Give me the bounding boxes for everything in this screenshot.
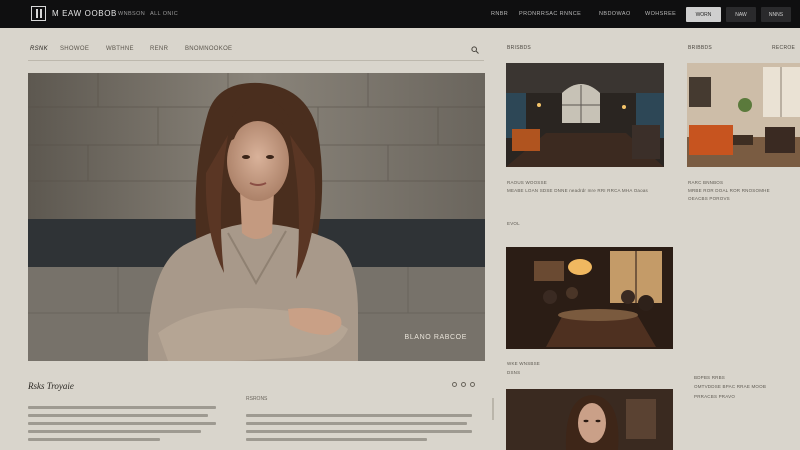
article-title[interactable]: Rsks Troyaie bbox=[28, 381, 74, 391]
card-image-portrait[interactable] bbox=[506, 389, 673, 450]
photo-lounge bbox=[687, 63, 800, 167]
subnav-item[interactable]: BNOMNOOKOE bbox=[185, 46, 232, 52]
share-icons bbox=[452, 382, 475, 387]
card-image-hall[interactable] bbox=[506, 63, 664, 167]
card-image-dinner[interactable] bbox=[506, 247, 673, 349]
brand-name[interactable]: M EAW OOBOB bbox=[52, 9, 117, 18]
primary-button[interactable]: WORN bbox=[686, 7, 721, 22]
portrait-photo bbox=[28, 73, 485, 361]
card-image-lounge[interactable] bbox=[687, 63, 800, 167]
share-icon[interactable] bbox=[452, 382, 457, 387]
photo-portrait-small bbox=[506, 389, 673, 450]
card-more[interactable]: PRRACBS PRAVO bbox=[694, 394, 735, 399]
hero-image[interactable]: BLANO RABCOE bbox=[28, 73, 485, 361]
card-more[interactable]: OEACBS POROVS bbox=[688, 196, 730, 201]
secondary-button[interactable]: NNNS bbox=[761, 7, 791, 22]
sidebar-heading: BRISBDS bbox=[507, 45, 532, 51]
divider bbox=[28, 60, 484, 61]
article-body-col-1 bbox=[28, 406, 216, 446]
card-caption[interactable]: BDPBS RRBS bbox=[694, 375, 725, 380]
top-nav-item[interactable]: WOHSREE bbox=[645, 11, 676, 17]
scrollbar[interactable] bbox=[492, 398, 494, 420]
top-nav-item[interactable]: WNBSON bbox=[118, 11, 145, 17]
top-nav-item[interactable]: ALL ONIC bbox=[150, 11, 178, 17]
column-heading: RSRONS bbox=[246, 396, 268, 402]
bookmark-icon[interactable] bbox=[461, 382, 466, 387]
photo-restaurant-hall bbox=[506, 63, 664, 167]
logo-icon[interactable] bbox=[31, 6, 46, 21]
top-nav-item[interactable]: NBDOWAO bbox=[599, 11, 631, 17]
subnav-item-active[interactable]: RSNK bbox=[30, 46, 48, 52]
more-icon[interactable] bbox=[470, 382, 475, 387]
sidebar-heading-right[interactable]: RECROE bbox=[772, 45, 795, 51]
card-caption[interactable]: RAOUS WOOSSE bbox=[507, 180, 547, 185]
card-text: OMTVDDSE BPAC RRAE MOOB bbox=[694, 384, 767, 389]
top-nav-item[interactable]: RNBR bbox=[491, 11, 508, 17]
top-bar: M EAW OOBOB WNBSON ALL ONIC RNBR PRONRRS… bbox=[0, 0, 800, 28]
secondary-button[interactable]: NAW bbox=[726, 7, 756, 22]
sidebar-heading: BRIBBDS bbox=[688, 45, 713, 51]
search-icon[interactable] bbox=[471, 46, 479, 54]
card-more[interactable]: EVOL bbox=[507, 221, 520, 226]
card-caption[interactable]: WKE WNSBSE bbox=[507, 361, 540, 366]
card-caption[interactable]: RARC BNNBOS bbox=[688, 180, 723, 185]
article-body-col-2 bbox=[246, 414, 472, 446]
card-text: MRBE ROR DOAL ROR RNOSOMHE bbox=[688, 188, 770, 193]
top-nav-item[interactable]: PRONRRSAC RNNCE bbox=[519, 11, 581, 17]
card-more[interactable]: DSNS bbox=[507, 370, 520, 375]
subnav-item[interactable]: WBTHNE bbox=[106, 46, 134, 52]
photo-dinner-party bbox=[506, 247, 673, 349]
subnav-item[interactable]: RENR bbox=[150, 46, 168, 52]
hero-caption: BLANO RABCOE bbox=[404, 334, 467, 341]
subnav-item[interactable]: SHOWOE bbox=[60, 46, 89, 52]
card-text: MEABE LOAN SDSE DNNE neadrdr mre RRI RRC… bbox=[507, 188, 648, 193]
